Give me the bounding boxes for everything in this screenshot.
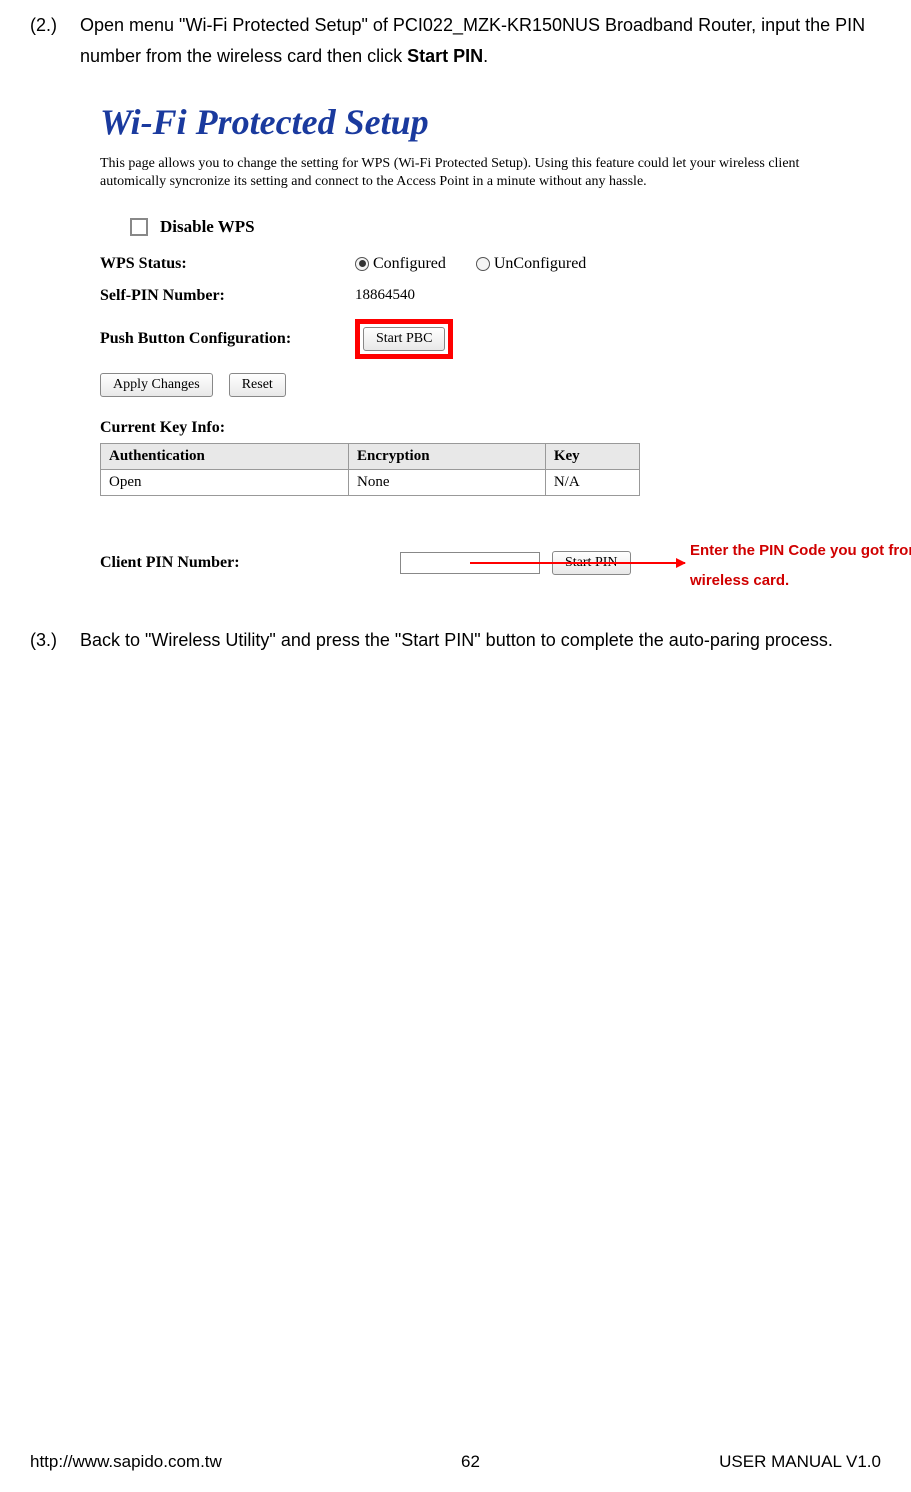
self-pin-row: Self-PIN Number: 18864540: [100, 287, 860, 305]
client-pin-row: Client PIN Number: Start PIN Enter the P…: [100, 551, 860, 575]
pbc-highlight-box: Start PBC: [355, 319, 453, 359]
wps-status-row: WPS Status: Configured UnConfigured: [100, 255, 860, 273]
annotation-text: Enter the PIN Code you got from the wire…: [690, 536, 911, 596]
key-info-table: Authentication Encryption Key Open None …: [100, 443, 640, 496]
encryption-header: Encryption: [349, 443, 546, 469]
footer-url: http://www.sapido.com.tw: [30, 1452, 222, 1472]
step-3-text: Back to "Wireless Utility" and press the…: [80, 625, 833, 656]
radio-icon: [355, 257, 369, 271]
wps-status-label: WPS Status:: [100, 255, 355, 273]
disable-wps-label: Disable WPS: [160, 217, 255, 237]
wps-screenshot: Wi-Fi Protected Setup This page allows y…: [80, 91, 880, 594]
encryption-value: None: [349, 469, 546, 495]
reset-button[interactable]: Reset: [229, 373, 286, 397]
pbc-label: Push Button Configuration:: [100, 330, 355, 348]
auth-header: Authentication: [101, 443, 349, 469]
step-3-number: (3.): [30, 625, 80, 656]
annotation-arrow: [470, 562, 685, 564]
step-2: (2.) Open menu "Wi-Fi Protected Setup" o…: [30, 10, 881, 71]
step-3: (3.) Back to "Wireless Utility" and pres…: [30, 625, 881, 656]
pbc-row: Push Button Configuration: Start PBC: [100, 319, 860, 359]
auth-value: Open: [101, 469, 349, 495]
step-2-number: (2.): [30, 10, 80, 71]
disable-wps-row: Disable WPS: [130, 217, 860, 237]
unconfigured-option[interactable]: UnConfigured: [476, 255, 586, 273]
button-row: Apply Changes Reset: [100, 373, 860, 397]
radio-icon: [476, 257, 490, 271]
current-key-info-label: Current Key Info:: [100, 419, 860, 437]
wps-panel: Wi-Fi Protected Setup This page allows y…: [80, 91, 880, 594]
footer-page-number: 62: [461, 1452, 480, 1472]
table-header-row: Authentication Encryption Key: [101, 443, 640, 469]
table-row: Open None N/A: [101, 469, 640, 495]
footer-manual-version: USER MANUAL V1.0: [719, 1452, 881, 1472]
wps-title: Wi-Fi Protected Setup: [100, 101, 860, 143]
client-pin-label: Client PIN Number:: [100, 554, 400, 572]
self-pin-value: 18864540: [355, 287, 415, 304]
key-value: N/A: [545, 469, 639, 495]
self-pin-label: Self-PIN Number:: [100, 287, 355, 305]
page-footer: http://www.sapido.com.tw 62 USER MANUAL …: [30, 1452, 881, 1472]
start-pbc-button[interactable]: Start PBC: [363, 327, 445, 351]
wps-description: This page allows you to change the setti…: [100, 155, 860, 191]
configured-option[interactable]: Configured: [355, 255, 446, 273]
wps-status-radio-group: Configured UnConfigured: [355, 255, 586, 273]
key-header: Key: [545, 443, 639, 469]
disable-wps-checkbox[interactable]: [130, 218, 148, 236]
step-2-text: Open menu "Wi-Fi Protected Setup" of PCI…: [80, 10, 881, 71]
apply-changes-button[interactable]: Apply Changes: [100, 373, 213, 397]
